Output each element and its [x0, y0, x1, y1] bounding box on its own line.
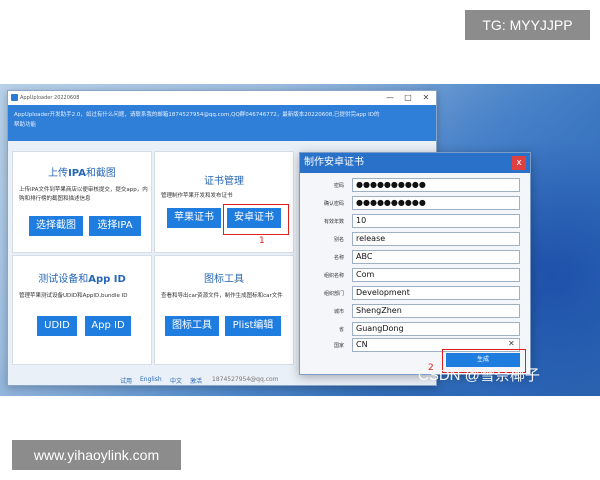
alias-field[interactable]: release — [352, 232, 520, 246]
watermark-top: TG: MYYJJPP — [465, 10, 590, 40]
org-name-label: 组织名称 — [323, 273, 344, 279]
select-ipa-button[interactable]: 选择IPA — [89, 216, 141, 236]
watermark-csdn: CSDN @雪奈椰子 — [418, 367, 540, 384]
province-label: 省 — [338, 327, 344, 333]
highlight-android-cert — [223, 204, 289, 235]
close-window-button[interactable]: ✕ — [418, 92, 434, 104]
clear-icon[interactable]: ✕ — [508, 339, 515, 348]
step-tag-1: 1 — [259, 236, 265, 246]
validity-years-field[interactable]: 10 — [352, 214, 520, 228]
device-panel-desc: 管理苹果测试设备UDID和AppID,bundle ID — [19, 293, 128, 299]
cert-panel: 证书管理 管理制作苹果开发和发布证书 苹果证书 安卓证书 1 — [154, 151, 294, 253]
org-unit-field[interactable]: Development — [352, 286, 520, 300]
plist-edit-button[interactable]: Plist编辑 — [225, 316, 281, 336]
title-bar: AppUploader 20220608 — □ ✕ — [8, 91, 436, 105]
footer-link-trial[interactable]: 试用 — [120, 376, 132, 385]
password-field[interactable]: ●●●●●●●●●● — [352, 178, 520, 192]
footer-link-english[interactable]: English — [140, 376, 162, 383]
icon-panel: 图标工具 查看和导出car资源文件，制作生成图标和car文件 图标工具 Plis… — [154, 255, 294, 365]
app-icon — [11, 94, 18, 101]
watermark-bottom: www.yihaoylink.com — [12, 440, 181, 470]
name-field[interactable]: ABC — [352, 250, 520, 264]
cert-panel-title: 证书管理 — [204, 176, 244, 187]
cert-panel-desc: 管理制作苹果开发和发布证书 — [161, 193, 233, 199]
province-field[interactable]: GuangDong — [352, 322, 520, 336]
dialog-title: 制作安卓证书 — [300, 153, 530, 173]
password-label: 密码 — [333, 183, 344, 189]
upload-panel-title: 上传IPA和截图 — [48, 168, 116, 179]
apple-cert-button[interactable]: 苹果证书 — [167, 208, 221, 228]
maximize-button[interactable]: □ — [400, 92, 416, 104]
footer-bar: 试用 English 中文 激活 1874527954@qq.com — [8, 375, 436, 385]
validity-years-label: 有效年数 — [323, 219, 344, 225]
minimize-button[interactable]: — — [382, 92, 398, 104]
device-panel: 测试设备和App ID 管理苹果测试设备UDID和AppID,bundle ID… — [12, 255, 152, 365]
notice-banner: AppUploader开发助手2.0，如过有什么问题，请联系我的邮箱187452… — [8, 105, 436, 141]
notice-line-1: AppUploader开发助手2.0，如过有什么问题，请联系我的邮箱187452… — [14, 112, 380, 118]
device-panel-title: 测试设备和App ID — [38, 274, 126, 285]
icon-tool-button[interactable]: 图标工具 — [165, 316, 219, 336]
confirm-password-field[interactable]: ●●●●●●●●●● — [352, 196, 520, 210]
footer-email: 1874527954@qq.com — [212, 376, 279, 383]
upload-panel: 上传IPA和截图 上传IPA文件到苹果商店以便审核提交，提交app，内购和排行榜… — [12, 151, 152, 253]
dialog-close-button[interactable]: x — [512, 156, 526, 170]
select-screenshot-button[interactable]: 选择截图 — [29, 216, 83, 236]
udid-button[interactable]: UDID — [37, 316, 77, 336]
icon-panel-title: 图标工具 — [204, 274, 244, 285]
city-label: 城市 — [333, 309, 344, 315]
alias-label: 别名 — [333, 237, 344, 243]
city-field[interactable]: ShengZhen — [352, 304, 520, 318]
android-cert-dialog: 制作安卓证书 x 密码 ●●●●●●●●●● 确认密码 ●●●●●●●●●● 有… — [299, 152, 531, 375]
footer-link-chinese[interactable]: 中文 — [170, 376, 182, 385]
org-name-field[interactable]: Com — [352, 268, 520, 282]
notice-line-2: 帮助功能 — [14, 122, 37, 128]
upload-panel-desc: 上传IPA文件到苹果商店以便审核提交，提交app，内购和排行榜的截图和描述信息 — [19, 187, 148, 202]
name-label: 名称 — [333, 255, 344, 261]
icon-panel-desc: 查看和导出car资源文件，制作生成图标和car文件 — [161, 293, 283, 299]
country-label: 国家 — [333, 343, 344, 349]
app-id-button[interactable]: App ID — [85, 316, 131, 336]
window-title: AppUploader 20220608 — [20, 95, 80, 101]
confirm-password-label: 确认密码 — [323, 201, 344, 207]
footer-link-activate[interactable]: 激活 — [190, 376, 202, 385]
org-unit-label: 组织部门 — [323, 291, 344, 297]
